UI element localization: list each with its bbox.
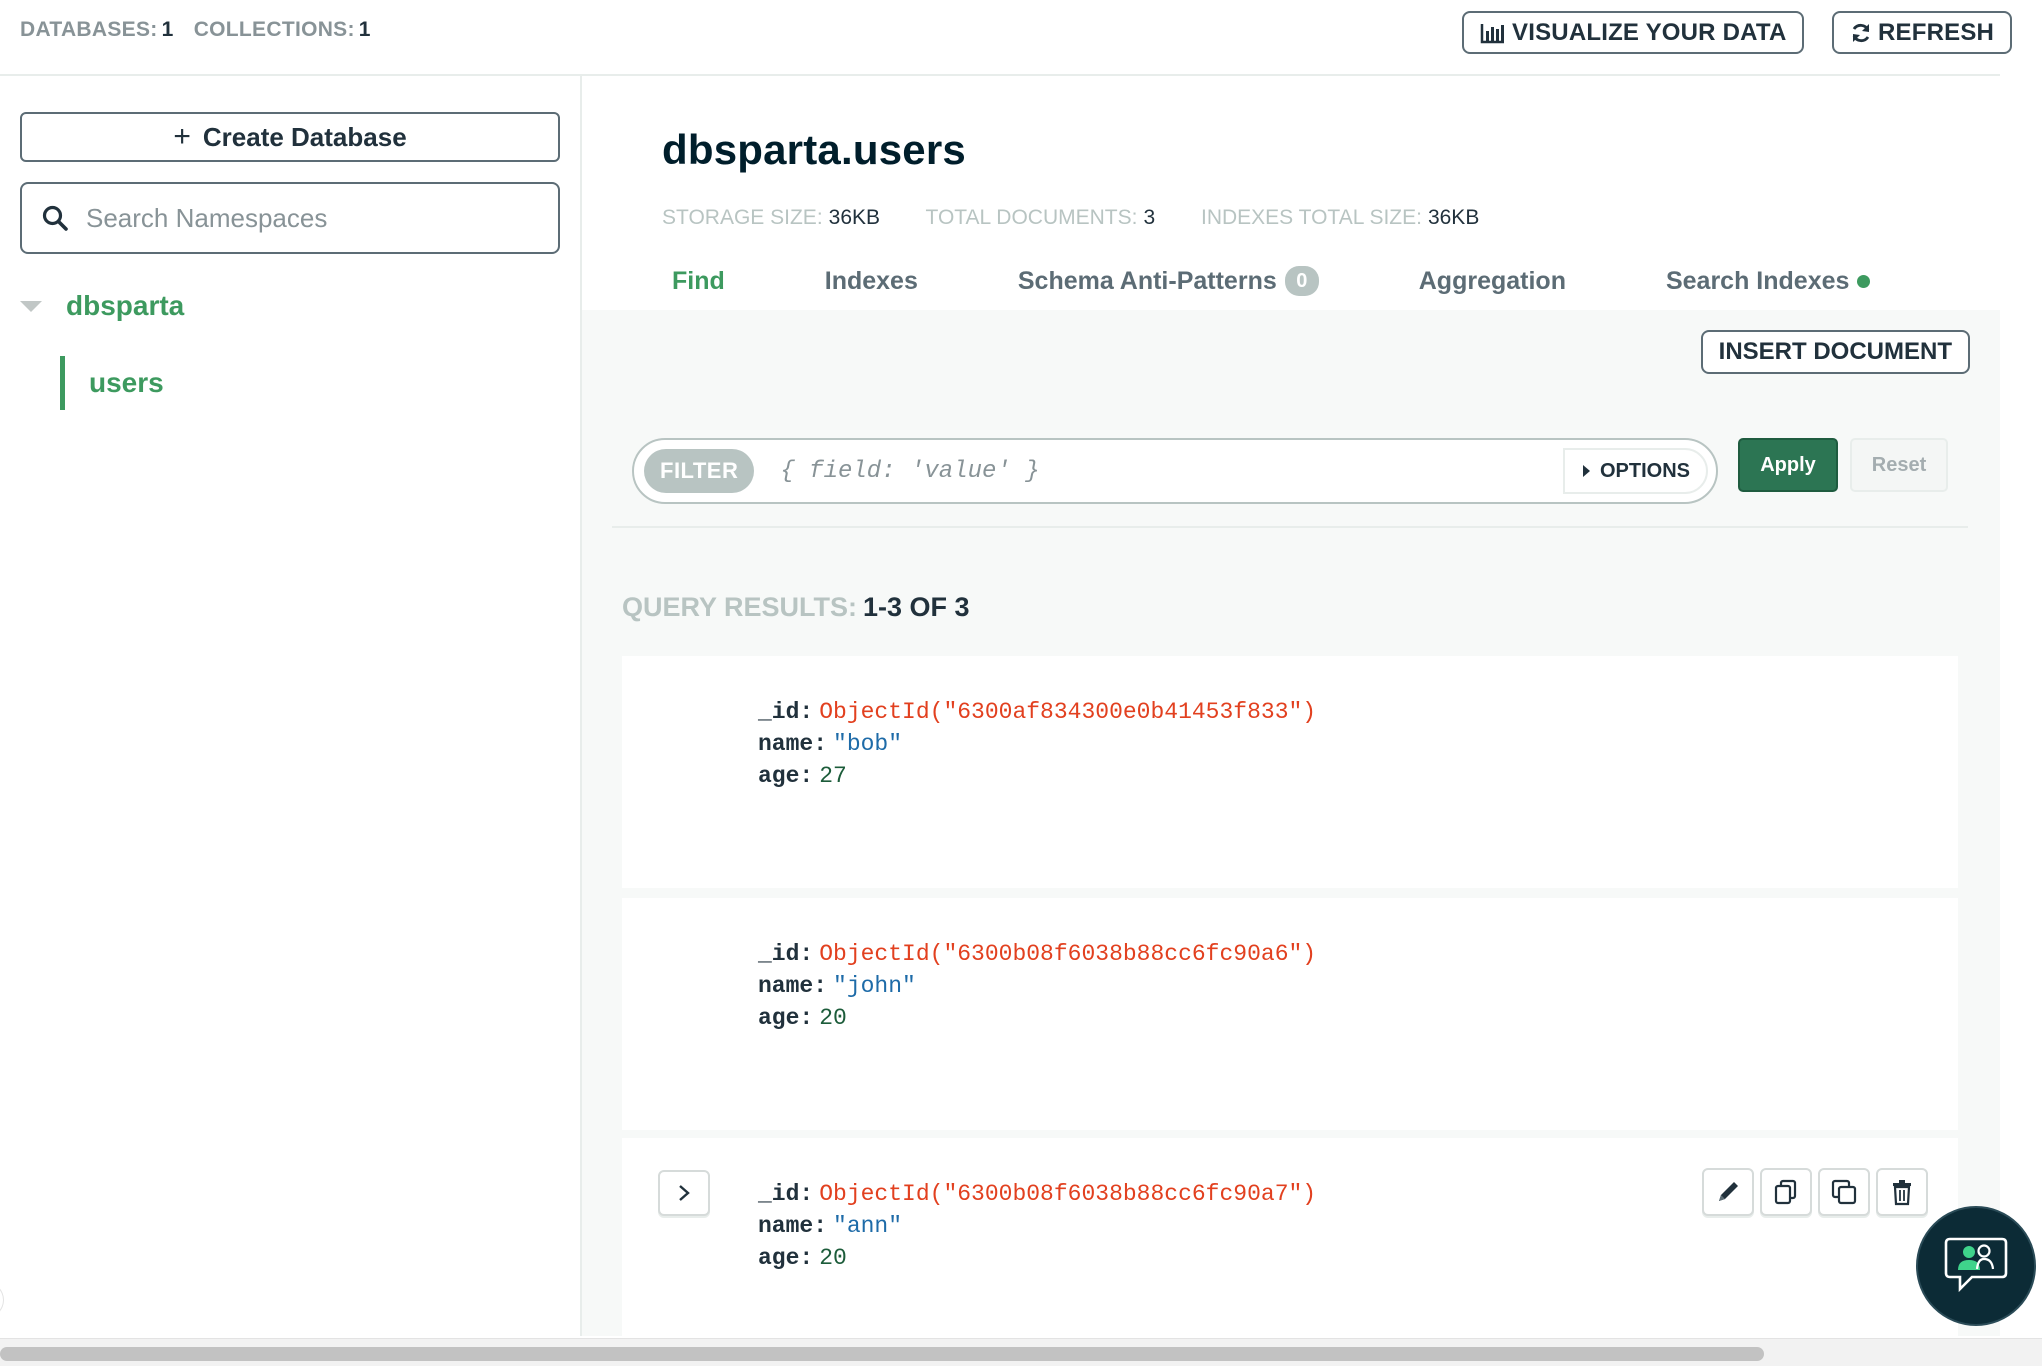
collections-count: 1 [358, 18, 371, 41]
options-button[interactable]: OPTIONS [1562, 448, 1708, 494]
search-namespaces-input[interactable] [86, 202, 526, 234]
visualize-data-button[interactable]: VISUALIZE YOUR DATA [1462, 11, 1805, 54]
field-key: name: [758, 973, 828, 999]
anti-patterns-count-badge: 0 [1284, 266, 1319, 296]
instance-stats: DATABASES: 1 COLLECTIONS: 1 [20, 18, 385, 42]
tab-schema-label: Schema Anti-Patterns [1017, 266, 1277, 295]
edit-document-button[interactable] [1702, 1168, 1754, 1216]
database-name: dbsparta [66, 290, 185, 321]
options-label: OPTIONS [1599, 459, 1690, 482]
field-value: "bob" [833, 731, 903, 757]
sidebar: + Create Database dbsparta users [0, 76, 582, 1336]
reset-button[interactable]: Reset [1850, 438, 1948, 492]
field-key: age: [758, 1245, 814, 1271]
tab-find-label: Find [672, 266, 725, 295]
query-results-label: QUERY RESULTS: [622, 592, 858, 622]
field-value: "john" [833, 973, 916, 999]
chat-help-icon [1944, 1237, 2008, 1293]
field-key: _id: [758, 699, 814, 725]
tab-indexes[interactable]: Indexes [825, 266, 918, 296]
delete-document-button[interactable] [1876, 1168, 1928, 1216]
document-fields: _id: ObjectId("6300b08f6038b88cc6fc90a7")… [758, 1178, 1316, 1274]
plus-icon: + [173, 120, 191, 153]
field-value: 20 [819, 1005, 847, 1031]
visualize-data-label: VISUALIZE YOUR DATA [1512, 18, 1787, 46]
query-bar: FILTER OPTIONS [632, 438, 1718, 504]
field-key: age: [758, 1005, 814, 1031]
field-value: 27 [819, 763, 847, 789]
caret-down-icon[interactable] [20, 300, 42, 312]
tab-find[interactable]: Find [672, 266, 725, 296]
query-results-range: 1-3 OF 3 [863, 592, 970, 622]
field-key: _id: [758, 941, 814, 967]
chevron-right-icon [679, 1185, 690, 1201]
field-key: name: [758, 1213, 828, 1239]
query-results-summary: QUERY RESULTS: 1-3 OF 3 [622, 592, 970, 623]
main-panel: dbsparta.users STORAGE SIZE: 36KB TOTAL D… [582, 76, 2000, 1338]
refresh-label: REFRESH [1878, 18, 1995, 46]
namespace-search[interactable] [20, 182, 560, 254]
databases-label: DATABASES: [20, 18, 158, 41]
scrollbar-thumb[interactable] [0, 1347, 1764, 1361]
field-key: age: [758, 763, 814, 789]
indexes-size-value: 36KB [1427, 206, 1480, 229]
sidebar-item-collection[interactable]: users [60, 356, 164, 410]
create-database-label: Create Database [202, 121, 407, 152]
tab-indexes-label: Indexes [824, 266, 918, 295]
indexes-size-label: INDEXES TOTAL SIZE: [1201, 206, 1422, 229]
trash-icon [1893, 1180, 1911, 1206]
storage-size-value: 36KB [828, 206, 881, 229]
expand-document-button[interactable] [658, 1170, 710, 1216]
apply-button[interactable]: Apply [1738, 438, 1838, 492]
tab-search-indexes[interactable]: Search Indexes [1665, 266, 1871, 296]
collection-stats: STORAGE SIZE: 36KB TOTAL DOCUMENTS: 3 INDE… [662, 206, 1519, 230]
document-actions [1696, 1168, 1928, 1216]
caret-right-icon [1582, 465, 1590, 477]
field-key: name: [758, 731, 828, 757]
find-content: INSERT DOCUMENT FILTER OPTIONS Apply Res… [582, 310, 2000, 1338]
collection-name: users [89, 367, 164, 398]
clone-icon [1831, 1179, 1857, 1205]
refresh-button[interactable]: REFRESH [1832, 11, 2013, 54]
divider [612, 526, 1968, 528]
sidebar-item-database[interactable]: dbsparta [20, 290, 184, 322]
tab-aggregation-label: Aggregation [1418, 266, 1566, 295]
horizontal-scrollbar[interactable] [0, 1338, 2042, 1366]
document-card[interactable]: _id: ObjectId("6300b08f6038b88cc6fc90a7")… [622, 1138, 1958, 1338]
collection-title: dbsparta.users [662, 126, 966, 173]
copy-icon [1774, 1179, 1797, 1205]
total-documents-value: 3 [1143, 206, 1156, 229]
status-dot-icon [1857, 274, 1871, 288]
collection-tabs: Find Indexes Schema Anti-Patterns 0 Aggre… [672, 266, 1970, 296]
tab-search-indexes-label: Search Indexes [1665, 266, 1850, 295]
clone-document-button[interactable] [1818, 1168, 1870, 1216]
total-documents-label: TOTAL DOCUMENTS: [925, 206, 1138, 229]
tab-schema-anti-patterns[interactable]: Schema Anti-Patterns 0 [1018, 266, 1319, 296]
search-icon [42, 205, 68, 231]
collections-label: COLLECTIONS: [193, 18, 355, 41]
top-bar: DATABASES: 1 COLLECTIONS: 1 VISUALIZE YOUR… [0, 0, 2013, 76]
field-value: ObjectId("6300af834300e0b41453f833") [819, 699, 1317, 725]
document-card[interactable]: _id: ObjectId("6300b08f6038b88cc6fc90a6")… [622, 898, 1958, 1130]
insert-document-button[interactable]: INSERT DOCUMENT [1700, 330, 1970, 374]
field-value: ObjectId("6300b08f6038b88cc6fc90a6") [819, 941, 1317, 967]
edit-icon [1719, 1182, 1738, 1201]
filter-input[interactable] [780, 457, 1561, 485]
field-value: "ann" [833, 1213, 903, 1239]
document-fields: _id: ObjectId("6300af834300e0b41453f833")… [758, 696, 1316, 792]
create-database-button[interactable]: + Create Database [20, 112, 560, 162]
tab-aggregation[interactable]: Aggregation [1419, 266, 1566, 296]
field-value: 20 [819, 1245, 847, 1271]
chat-help-button[interactable] [1916, 1206, 2036, 1326]
storage-size-label: STORAGE SIZE: [662, 206, 823, 229]
refresh-icon [1852, 23, 1870, 42]
copy-document-button[interactable] [1760, 1168, 1812, 1216]
field-key: _id: [758, 1181, 814, 1207]
databases-count: 1 [161, 18, 174, 41]
document-fields: _id: ObjectId("6300b08f6038b88cc6fc90a6")… [758, 938, 1316, 1034]
document-card[interactable]: _id: ObjectId("6300af834300e0b41453f833")… [622, 656, 1958, 888]
field-value: ObjectId("6300b08f6038b88cc6fc90a7") [819, 1181, 1317, 1207]
filter-label: FILTER [644, 449, 755, 493]
bar-chart-icon [1480, 23, 1504, 43]
